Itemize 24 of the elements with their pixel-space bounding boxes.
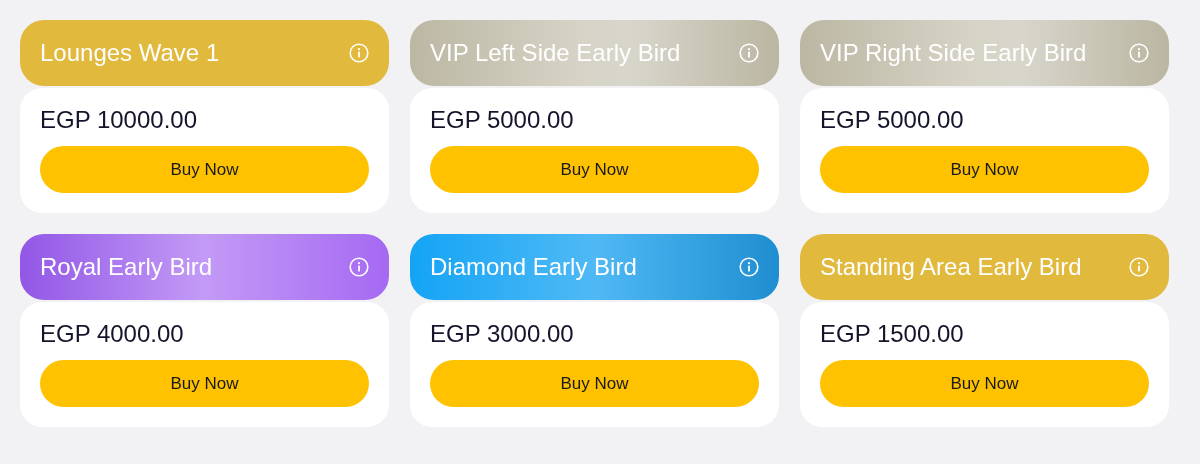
info-icon[interactable] <box>349 257 369 277</box>
ticket-price: EGP 1500.00 <box>820 320 965 348</box>
info-icon[interactable] <box>1129 43 1149 63</box>
ticket-price: EGP 4000.00 <box>40 320 185 348</box>
ticket-name: VIP Left Side Early Bird <box>430 39 681 67</box>
buy-now-button[interactable]: Buy Now <box>430 146 759 193</box>
buy-now-button[interactable]: Buy Now <box>430 360 759 407</box>
ticket-price: EGP 3000.00 <box>430 320 575 348</box>
info-icon[interactable] <box>739 43 759 63</box>
buy-now-button[interactable]: Buy Now <box>820 360 1149 407</box>
buy-now-button[interactable]: Buy Now <box>820 146 1149 193</box>
ticket-name: Diamond Early Bird <box>430 253 637 281</box>
buy-now-button[interactable]: Buy Now <box>40 360 369 407</box>
ticket-name: Standing Area Early Bird <box>820 253 1082 281</box>
ticket-name: VIP Right Side Early Bird <box>820 39 1087 67</box>
buy-now-button[interactable]: Buy Now <box>40 146 369 193</box>
info-icon[interactable] <box>1129 257 1149 277</box>
ticket-name: Royal Early Bird <box>40 253 213 281</box>
ticket-price: EGP 5000.00 <box>430 106 575 134</box>
info-icon[interactable] <box>349 43 369 63</box>
ticket-price: EGP 5000.00 <box>820 106 965 134</box>
ticket-price: EGP 10000.00 <box>40 106 199 134</box>
info-icon[interactable] <box>739 257 759 277</box>
ticket-name: Lounges Wave 1 <box>40 39 220 67</box>
